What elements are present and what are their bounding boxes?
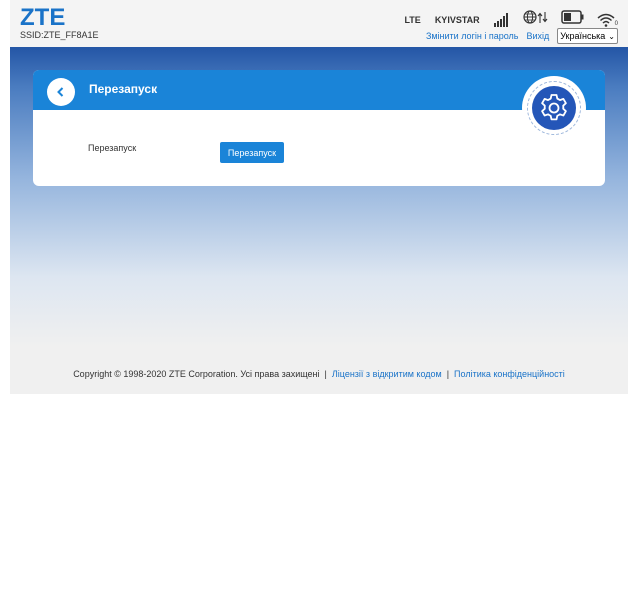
restart-card: Перезапуск Перезапуск Перезапуск <box>33 70 605 186</box>
app-frame: ZTE SSID:ZTE_FF8A1E LTE KYIVSTAR 0 Зміни… <box>10 0 628 394</box>
logout-link[interactable]: Вихід <box>526 31 549 41</box>
ssid-label: SSID:ZTE_FF8A1E <box>20 30 99 40</box>
battery-icon <box>560 10 585 29</box>
open-source-license-link[interactable]: Ліцензії з відкритим кодом <box>332 369 442 379</box>
page-title: Перезапуск <box>89 82 158 96</box>
wifi-client-count: 0 <box>614 20 618 27</box>
signal-icon <box>493 12 509 27</box>
status-bar: LTE KYIVSTAR 0 <box>404 9 618 30</box>
network-type: LTE <box>404 14 421 25</box>
change-login-link[interactable]: Змінити логін і пароль <box>426 31 519 41</box>
language-select[interactable]: Українська ⌄ <box>557 28 618 44</box>
data-arrows-icon <box>537 12 548 23</box>
chevron-down-icon: ⌄ <box>608 31 615 41</box>
back-icon <box>57 87 64 97</box>
wifi-icon: 0 <box>597 13 618 27</box>
footer-separator: | <box>446 369 450 379</box>
restart-row-label: Перезапуск <box>88 143 137 153</box>
card-header: Перезапуск <box>33 70 605 110</box>
header-links: Змінити логін і пароль Вихід Українська … <box>426 28 618 44</box>
operator-name: KYIVSTAR <box>434 14 480 25</box>
back-button[interactable] <box>47 78 75 106</box>
privacy-policy-link[interactable]: Політика конфіденційності <box>454 369 565 379</box>
footer-separator: | <box>324 369 327 379</box>
globe-icon <box>523 9 549 30</box>
gear-icon <box>541 94 567 121</box>
zte-logo: ZTE <box>20 4 66 31</box>
copyright-text: Copyright © 1998-2020 ZTE Corporation. У… <box>73 369 320 379</box>
language-selected: Українська <box>560 31 606 41</box>
top-header: ZTE SSID:ZTE_FF8A1E LTE KYIVSTAR 0 Зміни… <box>10 0 628 47</box>
footer: Copyright © 1998-2020 ZTE Corporation. У… <box>10 369 628 379</box>
restart-button[interactable]: Перезапуск <box>220 142 284 163</box>
gear-badge <box>522 76 586 140</box>
